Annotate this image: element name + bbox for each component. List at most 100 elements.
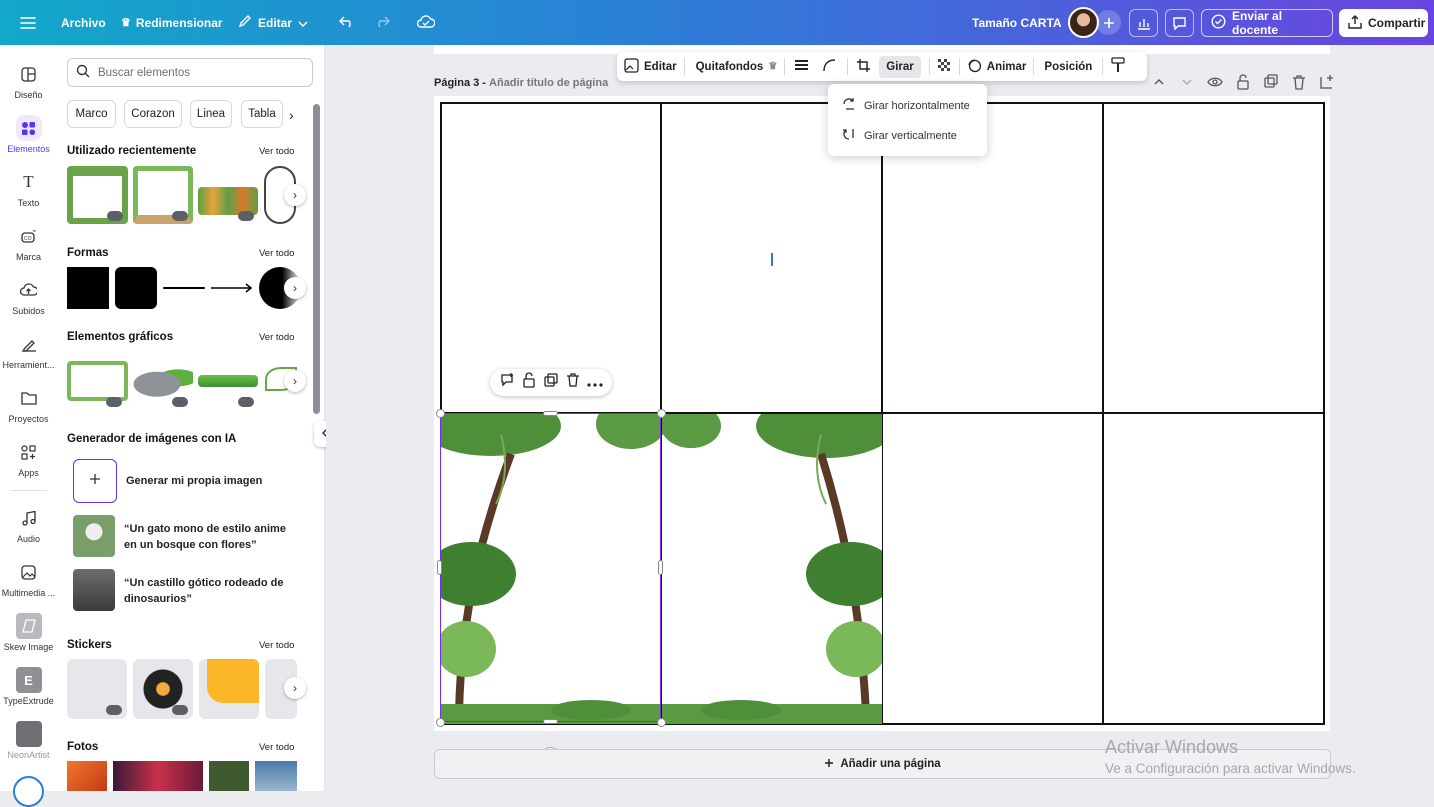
- lock-icon[interactable]: [522, 372, 536, 393]
- undo-icon[interactable]: [337, 12, 357, 32]
- shapes-next-arrow[interactable]: ›: [284, 277, 306, 299]
- rail-item-skew-image[interactable]: Skew Image: [0, 611, 57, 661]
- rail-item-design[interactable]: Diseño: [0, 59, 57, 109]
- resize-handle[interactable]: [657, 718, 666, 727]
- border-style-button[interactable]: [785, 52, 818, 81]
- ai-prompt-cat[interactable]: “Un gato mono de estilo anime en un bosq…: [124, 521, 299, 553]
- animate-label: Animar: [986, 60, 1027, 73]
- rail-item-tools[interactable]: Herramient...: [0, 329, 57, 379]
- rail-item-typeextrude[interactable]: E TypeExtrude: [0, 665, 57, 715]
- sticker-yellow-shape[interactable]: [199, 659, 259, 719]
- rail-item-audio[interactable]: Audio: [0, 503, 57, 553]
- trash-icon[interactable]: [566, 372, 580, 393]
- resize-handle[interactable]: [543, 719, 558, 724]
- add-page-icon[interactable]: [1318, 73, 1336, 96]
- redo-icon[interactable]: [372, 12, 392, 32]
- design-size-label[interactable]: Tamaño CARTA: [972, 0, 1062, 45]
- rail-item-brand[interactable]: CO Marca: [0, 221, 57, 271]
- chip-linea[interactable]: Linea: [190, 100, 232, 128]
- bg-remover-button[interactable]: Quitafondos ♛: [689, 52, 785, 81]
- insights-icon[interactable]: [1129, 9, 1158, 37]
- transparency-button[interactable]: [930, 52, 959, 81]
- rotate-flip-button[interactable]: Girar: [879, 55, 921, 78]
- photo-flowers[interactable]: [67, 761, 107, 791]
- comments-icon[interactable]: [1165, 9, 1194, 37]
- ai-generate-button[interactable]: [73, 459, 117, 503]
- rail-item-text[interactable]: T Texto: [0, 167, 57, 217]
- rail-item-uploads[interactable]: Subidos: [0, 275, 57, 325]
- shape-rounded-square[interactable]: [115, 267, 157, 309]
- resize-handle[interactable]: [658, 560, 663, 575]
- chip-marco[interactable]: Marco: [67, 100, 116, 128]
- see-all-shapes[interactable]: Ver todo: [259, 248, 294, 259]
- resize-handle[interactable]: [543, 411, 558, 416]
- flip-horizontal-option[interactable]: Girar horizontalmente: [842, 97, 970, 114]
- edit-image-button[interactable]: Editar: [617, 52, 684, 81]
- menu-icon[interactable]: [16, 11, 40, 35]
- copy-style-button[interactable]: [1103, 52, 1133, 81]
- magic-icon[interactable]: [13, 776, 44, 807]
- chevron-down-icon[interactable]: [1178, 73, 1196, 96]
- chevron-right-icon[interactable]: ›: [289, 107, 294, 123]
- add-collaborator-icon[interactable]: [1096, 10, 1121, 35]
- ai-prompt-cat-image[interactable]: [73, 515, 115, 557]
- resize-handle[interactable]: [436, 409, 445, 418]
- duplicate-page-icon[interactable]: [1262, 73, 1280, 96]
- more-options-icon[interactable]: [586, 374, 603, 392]
- shape-arrow[interactable]: [211, 281, 254, 295]
- shape-line[interactable]: [163, 287, 205, 289]
- crop-button[interactable]: [848, 52, 879, 81]
- photo-forest[interactable]: [209, 761, 249, 791]
- see-all-photos[interactable]: Ver todo: [259, 742, 294, 753]
- graphics-next-arrow[interactable]: ›: [284, 370, 306, 392]
- shape-square[interactable]: [67, 267, 109, 309]
- resize-handle[interactable]: [437, 560, 442, 575]
- page-title-placeholder[interactable]: Añadir título de página: [489, 77, 608, 89]
- resize-handle[interactable]: [657, 409, 666, 418]
- rail-item-elements[interactable]: Elementos: [0, 113, 57, 163]
- stickers-next-arrow[interactable]: ›: [284, 677, 306, 699]
- rail-item-projects[interactable]: Proyectos: [0, 383, 57, 433]
- ai-prompt-castle[interactable]: “Un castillo gótico rodeado de dinosauri…: [124, 575, 299, 607]
- see-all-stickers[interactable]: Ver todo: [259, 640, 294, 651]
- resize-button[interactable]: ♛ Redimensionar: [121, 0, 223, 45]
- position-button[interactable]: Posición: [1034, 52, 1102, 81]
- delete-page-icon[interactable]: [1290, 73, 1308, 96]
- see-all-recent[interactable]: Ver todo: [259, 146, 294, 157]
- avatar[interactable]: [1068, 7, 1099, 38]
- file-menu[interactable]: Archivo: [61, 0, 106, 45]
- flip-vertical-option[interactable]: Girar verticalmente: [842, 127, 957, 144]
- send-to-teacher-button[interactable]: Enviar al docente: [1201, 9, 1333, 37]
- duplicate-icon[interactable]: [543, 372, 559, 393]
- rail-label: Herramient...: [2, 360, 55, 370]
- graphic-leaf-frame[interactable]: [67, 361, 128, 401]
- page-title[interactable]: Página 3 - Añadir título de página: [434, 77, 608, 89]
- share-button[interactable]: Compartir: [1339, 9, 1428, 37]
- chip-tabla[interactable]: Tabla: [241, 100, 283, 128]
- see-all-graphics[interactable]: Ver todo: [259, 332, 294, 343]
- edit-mode-button[interactable]: Editar: [238, 0, 308, 45]
- premium-badge: [172, 705, 188, 715]
- chip-corazon[interactable]: Corazon: [124, 100, 182, 128]
- recent-next-arrow[interactable]: ›: [284, 184, 306, 206]
- rail-item-media[interactable]: Multimedia ...: [0, 557, 57, 607]
- chevron-up-icon[interactable]: [1150, 73, 1168, 96]
- photo-sky[interactable]: [255, 761, 297, 791]
- graphic-grass-strip[interactable]: [198, 375, 258, 387]
- rail-item-apps[interactable]: Apps: [0, 437, 57, 487]
- rail-item-neonartist[interactable]: NeonArtist: [0, 719, 57, 769]
- corner-rounding-button[interactable]: [818, 52, 841, 81]
- comment-add-icon[interactable]: [499, 372, 515, 393]
- resize-handle[interactable]: [436, 718, 445, 727]
- search-input[interactable]: Buscar elementos: [67, 58, 313, 87]
- hide-page-icon[interactable]: [1206, 73, 1224, 96]
- lock-page-icon[interactable]: [1234, 73, 1252, 96]
- photo-abstract[interactable]: [113, 761, 203, 791]
- panel-scrollbar[interactable]: [313, 104, 320, 414]
- animate-button[interactable]: Animar: [960, 52, 1034, 81]
- ai-prompt-castle-image[interactable]: [73, 569, 115, 611]
- ai-generate-label[interactable]: Generar mi propia imagen: [126, 475, 262, 487]
- cloud-saved-icon[interactable]: [415, 12, 437, 32]
- graphic-rocks-grass[interactable]: [133, 365, 193, 397]
- selection-box[interactable]: [440, 413, 661, 722]
